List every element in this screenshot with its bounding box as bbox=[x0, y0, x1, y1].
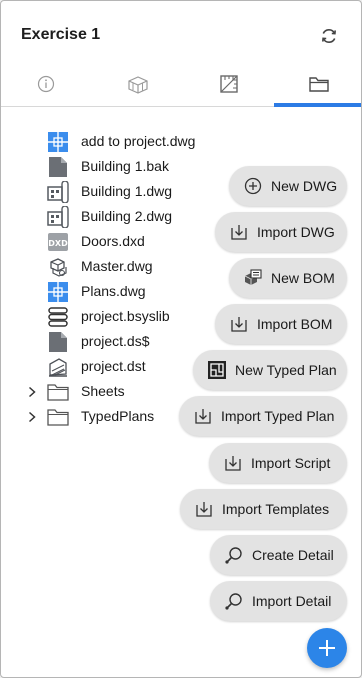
file-name: project.dst bbox=[81, 358, 146, 374]
import-script-button[interactable]: Import Script bbox=[209, 443, 347, 483]
project-panel: Exercise 1 add to project.dwg Building 1… bbox=[0, 0, 362, 678]
import-templates-label: Import Templates bbox=[222, 501, 330, 517]
chevron-right-icon[interactable] bbox=[25, 410, 39, 424]
file-name: add to project.dwg bbox=[81, 133, 196, 149]
tab-info[interactable] bbox=[1, 61, 91, 107]
import-detail-label: Import Detail bbox=[252, 593, 332, 609]
file-name: Doors.dxd bbox=[81, 233, 145, 249]
sheetset-icon bbox=[49, 358, 67, 377]
import-typed-plan-label: Import Typed Plan bbox=[221, 408, 335, 424]
dxd-icon: DXD bbox=[48, 233, 68, 251]
detail-magnifier-icon bbox=[225, 547, 242, 564]
import-detail-button[interactable]: Import Detail bbox=[210, 581, 347, 621]
file-name: Master.dwg bbox=[81, 258, 153, 274]
import-icon bbox=[196, 502, 212, 517]
folder-name: Sheets bbox=[81, 383, 125, 399]
detail-magnifier-icon bbox=[225, 593, 242, 610]
import-dwg-button[interactable]: Import DWG bbox=[215, 212, 347, 252]
file-name: Plans.dwg bbox=[81, 283, 146, 299]
folder-icon bbox=[309, 77, 329, 92]
database-icon bbox=[48, 307, 68, 327]
file-item[interactable]: project.dst bbox=[1, 354, 221, 379]
file-item[interactable]: Building 2.dwg bbox=[1, 204, 221, 229]
typed-plan-icon bbox=[208, 361, 226, 379]
bom-icon bbox=[244, 269, 262, 285]
folder-name: TypedPlans bbox=[81, 408, 155, 424]
fab-add-button[interactable] bbox=[307, 628, 347, 668]
active-tab-indicator bbox=[274, 103, 361, 107]
svg-text:DXD: DXD bbox=[48, 239, 68, 248]
file-name: Building 1.dwg bbox=[81, 183, 173, 199]
file-item[interactable]: DXD Doors.dxd bbox=[1, 229, 221, 254]
create-detail-label: Create Detail bbox=[252, 547, 334, 563]
refresh-icon[interactable] bbox=[318, 25, 340, 47]
import-icon bbox=[225, 456, 241, 471]
3d-block-icon bbox=[128, 76, 148, 94]
file-name: project.bsyslib bbox=[81, 308, 170, 324]
new-bom-button[interactable]: New BOM bbox=[229, 258, 347, 298]
tab-bar bbox=[1, 61, 361, 109]
file-item[interactable]: project.ds$ bbox=[1, 329, 221, 354]
info-icon bbox=[37, 75, 55, 93]
import-icon bbox=[231, 317, 247, 332]
folder-icon bbox=[47, 384, 69, 401]
new-bom-label: New BOM bbox=[271, 270, 335, 286]
import-icon bbox=[195, 409, 211, 424]
chevron-right-icon[interactable] bbox=[25, 385, 39, 399]
file-name: Building 2.dwg bbox=[81, 208, 173, 224]
panel-title: Exercise 1 bbox=[21, 26, 101, 43]
file-item[interactable]: add to project.dwg bbox=[1, 129, 221, 154]
file-item[interactable]: project.bsyslib bbox=[1, 304, 221, 329]
file-name: project.ds$ bbox=[81, 333, 150, 349]
master-model-icon bbox=[50, 258, 67, 277]
new-dwg-label: New DWG bbox=[271, 178, 338, 194]
file-item[interactable]: Master.dwg bbox=[1, 254, 221, 279]
file-item[interactable]: Building 1.dwg bbox=[1, 179, 221, 204]
import-typed-plan-button[interactable]: Import Typed Plan bbox=[179, 396, 347, 436]
generic-file-icon bbox=[49, 157, 67, 177]
file-name: Building 1.bak bbox=[81, 158, 169, 174]
building-dwg-icon bbox=[47, 181, 69, 203]
tab-model[interactable] bbox=[93, 61, 183, 107]
plan-dwg-icon bbox=[48, 282, 68, 302]
import-bom-button[interactable]: Import BOM bbox=[215, 304, 347, 344]
import-icon bbox=[231, 225, 247, 240]
sheet-drawing-icon bbox=[220, 75, 238, 93]
file-item[interactable]: Building 1.bak bbox=[1, 154, 221, 179]
file-item[interactable]: Plans.dwg bbox=[1, 279, 221, 304]
generic-file-icon bbox=[49, 332, 67, 352]
import-bom-label: Import BOM bbox=[257, 316, 333, 332]
import-templates-button[interactable]: Import Templates bbox=[180, 489, 347, 529]
plan-dwg-icon bbox=[48, 132, 68, 152]
tab-project-files[interactable] bbox=[274, 61, 361, 107]
import-dwg-label: Import DWG bbox=[257, 224, 335, 240]
folder-icon bbox=[47, 409, 69, 426]
new-dwg-button[interactable]: New DWG bbox=[229, 166, 347, 206]
new-typed-plan-button[interactable]: New Typed Plan bbox=[193, 350, 347, 390]
create-detail-button[interactable]: Create Detail bbox=[210, 535, 347, 575]
tab-sheet[interactable] bbox=[184, 61, 274, 107]
plus-icon bbox=[319, 640, 335, 656]
plus-circle-icon bbox=[244, 177, 262, 195]
building-dwg-icon bbox=[47, 206, 69, 228]
import-script-label: Import Script bbox=[251, 455, 331, 471]
new-typed-plan-label: New Typed Plan bbox=[235, 362, 337, 378]
